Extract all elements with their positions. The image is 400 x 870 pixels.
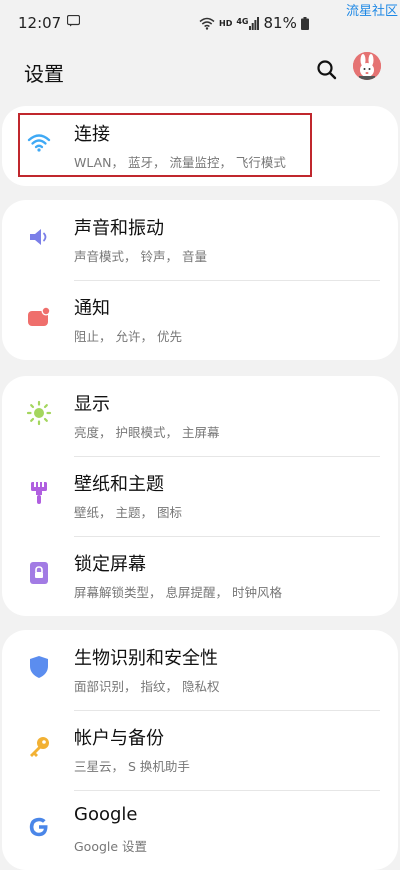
highlight-box [18,113,312,177]
google-icon [26,814,52,840]
brush-icon [26,480,52,506]
settings-item-subtitle: 壁纸， 主题， 图标 [74,505,182,520]
settings-item-display[interactable]: 显示 亮度， 护眼模式， 主屏幕 [2,376,398,456]
settings-item-subtitle: 三星云， S 换机助手 [74,759,190,774]
brightness-icon [26,400,52,426]
settings-item-wallpaper[interactable]: 壁纸和主题 壁纸， 主题， 图标 [2,456,398,536]
settings-item-sound[interactable]: 声音和振动 声音模式， 铃声， 音量 [2,200,398,280]
page-title: 设置 [24,62,64,86]
settings-item-lockscreen[interactable]: 锁定屏幕 屏幕解锁类型， 息屏提醒， 时钟风格 [2,536,398,616]
search-icon[interactable] [315,58,339,82]
settings-item-subtitle: 阻止， 允许， 优先 [74,329,182,344]
settings-item-label: 声音和振动 [74,218,164,239]
avatar[interactable] [353,52,381,80]
battery-percent: 81% [263,14,297,32]
settings-item-subtitle: Google 设置 [74,839,148,854]
settings-item-label: 壁纸和主题 [74,474,164,495]
settings-item-google[interactable]: Google Google 设置 [2,790,398,870]
settings-item-accounts[interactable]: 帐户与备份 三星云， S 换机助手 [2,710,398,790]
message-icon [67,15,80,27]
watermark: 流星社区 [345,4,398,19]
lock-icon [26,560,52,586]
settings-item-subtitle: 屏幕解锁类型， 息屏提醒， 时钟风格 [74,585,282,600]
settings-item-label: Google [74,804,138,825]
settings-item-label: 显示 [74,394,110,415]
settings-group-sound-notify: 声音和振动 声音模式， 铃声， 音量 通知 阻止， 允许， 优先 [2,200,398,360]
settings-item-label: 通知 [74,298,110,319]
status-time: 12:07 [18,14,62,32]
settings-group-security: 生物识别和安全性 面部识别， 指纹， 隐私权 帐户与备份 三星云， S 换机助手… [2,630,398,870]
speaker-icon [26,224,52,250]
battery-icon [300,16,309,30]
settings-item-label: 生物识别和安全性 [74,648,218,669]
settings-item-subtitle: 面部识别， 指纹， 隐私权 [74,679,220,694]
key-icon [26,734,52,760]
settings-item-notifications[interactable]: 通知 阻止， 允许， 优先 [2,280,398,360]
settings-item-security[interactable]: 生物识别和安全性 面部识别， 指纹， 隐私权 [2,630,398,710]
hd-label: HD [219,18,233,28]
notification-icon [26,304,52,330]
settings-item-label: 帐户与备份 [74,728,164,749]
settings-item-label: 锁定屏幕 [74,554,146,575]
shield-icon [26,654,52,680]
wifi-status-icon [199,17,215,30]
settings-header: 设置 [0,46,400,106]
status-bar: 12:07 HD 4G 81% 流星社区 [0,0,400,46]
settings-group-display: 显示 亮度， 护眼模式， 主屏幕 壁纸和主题 壁纸， 主题， 图标 锁定屏幕 屏… [2,376,398,616]
status-right: HD 4G 81% [199,14,309,32]
signal-4g-label: 4G [236,16,249,26]
settings-item-subtitle: 亮度， 护眼模式， 主屏幕 [74,425,220,440]
settings-item-subtitle: 声音模式， 铃声， 音量 [74,249,207,264]
signal-icon: 4G [236,16,260,30]
